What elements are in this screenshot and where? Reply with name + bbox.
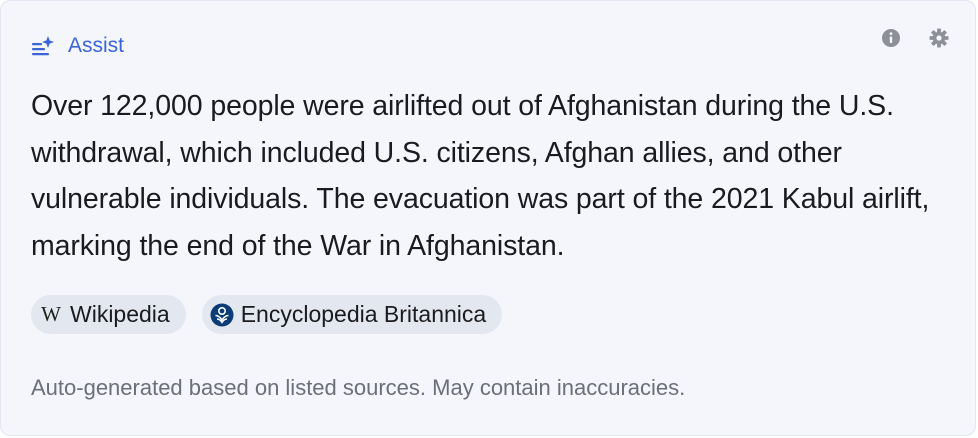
source-chip-wikipedia[interactable]: W Wikipedia — [31, 295, 186, 334]
gear-icon[interactable] — [929, 28, 949, 48]
assist-header: Assist — [31, 31, 124, 61]
answer-text: Over 122,000 people were airlifted out o… — [31, 90, 930, 262]
source-list: W Wikipedia Encyclopedia Britannica — [31, 295, 503, 334]
wikipedia-icon: W — [41, 302, 61, 326]
info-icon[interactable] — [881, 28, 901, 48]
britannica-icon — [209, 302, 235, 328]
assist-card: Assist Over 122,000 people were airlifte… — [0, 0, 976, 436]
source-label: Wikipedia — [70, 301, 170, 327]
source-chip-britannica[interactable]: Encyclopedia Britannica — [201, 295, 503, 334]
assist-title: Assist — [68, 34, 125, 57]
header-actions — [881, 28, 949, 48]
disclaimer-text: Auto-generated based on listed sources. … — [31, 375, 686, 400]
source-label: Encyclopedia Britannica — [240, 301, 487, 327]
sparkle-list-icon — [31, 35, 56, 57]
